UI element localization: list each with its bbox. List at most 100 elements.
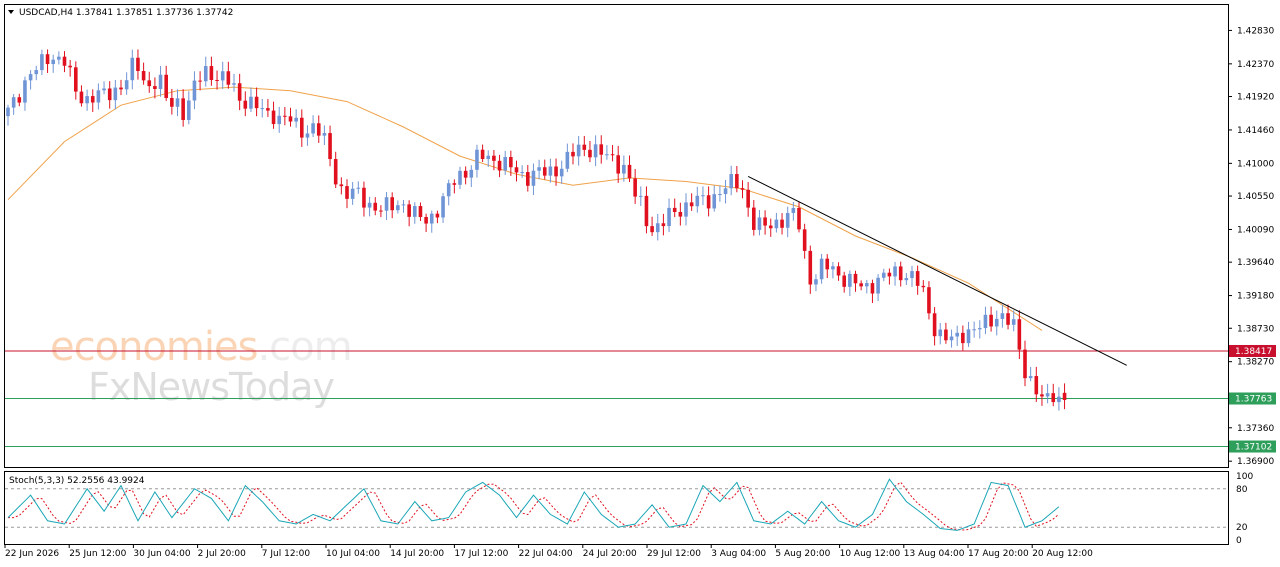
stochastic: 100 80 20 0 — [5, 472, 1253, 546]
y-tick-label-9: 1.38730 — [1237, 324, 1274, 334]
candle-body — [345, 186, 349, 199]
candle-body — [373, 202, 378, 211]
menu-arrow-icon[interactable] — [8, 10, 14, 14]
candle-body — [678, 212, 683, 217]
stoch-tick-label-0: 100 — [1236, 472, 1253, 482]
y-tick-label-3: 1.41460 — [1237, 126, 1274, 136]
candle-body — [791, 207, 796, 213]
trendline — [747, 175, 1127, 366]
candle-body — [509, 157, 513, 168]
candle-body — [1017, 319, 1022, 350]
candle-body — [763, 217, 767, 226]
header-open: 1.37841 — [76, 8, 113, 18]
candle-body — [548, 166, 553, 176]
candle-body — [989, 314, 993, 327]
chart-header: USDCAD,H4 1.37841 1.37851 1.37736 1.3774… — [19, 8, 233, 18]
candle-body — [684, 202, 688, 217]
candle-body — [706, 195, 711, 209]
trendline-group — [747, 175, 1127, 366]
candle-body — [605, 154, 609, 156]
candle-body — [322, 133, 327, 136]
candle-body — [588, 149, 592, 158]
candle-body — [898, 266, 903, 281]
candle-body — [62, 56, 67, 66]
watermark-fxnewstoday: FxNewsToday — [88, 365, 334, 409]
candle-body — [746, 189, 750, 208]
candle-body — [836, 266, 841, 276]
candle-body — [526, 172, 530, 186]
candle-body — [1040, 394, 1044, 397]
candle-body — [362, 187, 366, 208]
candle-body — [559, 168, 564, 177]
candle-body — [972, 329, 976, 331]
candle-body — [593, 144, 598, 158]
y-tick-label-10: 1.38270 — [1237, 358, 1274, 368]
candle-body — [881, 272, 886, 278]
header-symbol: USDCAD,H4 — [19, 8, 73, 18]
candle-body — [712, 194, 717, 209]
watermark-logo: economies.com FxNewsToday — [50, 324, 353, 409]
candle-body — [40, 54, 44, 71]
candle-body — [102, 88, 106, 91]
level-tag-label-2: 1.37102 — [1235, 443, 1272, 453]
candle-body — [181, 98, 185, 120]
candle-body — [768, 225, 773, 229]
candle-body — [294, 117, 298, 122]
candle-body — [870, 283, 875, 294]
candle-body — [514, 167, 519, 173]
candle-body — [458, 170, 462, 185]
candle-body — [582, 144, 587, 150]
candle-body — [497, 160, 502, 171]
watermark-com: .com — [257, 324, 351, 370]
candle-body — [79, 91, 84, 104]
candle-body — [226, 71, 231, 85]
stoch-main-line — [7, 478, 1060, 531]
candle-body — [237, 83, 242, 101]
stoch-signal-line — [8, 481, 1060, 531]
candle-body — [865, 283, 869, 287]
candle-body — [486, 155, 491, 160]
candle-body — [1057, 396, 1061, 403]
candle-body — [136, 57, 140, 71]
candle-body — [469, 169, 474, 178]
candle-body — [475, 149, 479, 170]
candle-body — [90, 96, 95, 103]
candle-body — [379, 210, 383, 212]
candle-body — [752, 207, 756, 230]
candle-body — [311, 123, 315, 134]
candle-body — [842, 275, 846, 287]
candle-body — [441, 196, 445, 218]
header-close: 1.37742 — [196, 8, 233, 18]
x-tick-label-12: 5 Aug 20:00 — [775, 549, 830, 559]
candle-body — [780, 219, 784, 228]
candle-body — [232, 83, 236, 85]
candle-body — [198, 80, 202, 82]
y-tick-label-1: 1.42370 — [1237, 60, 1274, 70]
candle-body — [333, 159, 338, 185]
candle-body — [949, 336, 954, 341]
candle-body — [215, 79, 219, 81]
candle-body — [904, 278, 909, 281]
candle-body — [187, 100, 191, 120]
candle-body — [220, 71, 225, 81]
x-tick-label-10: 29 Jul 12:00 — [647, 549, 701, 559]
candle-body — [644, 195, 649, 227]
candle-body — [599, 144, 604, 155]
candle-body — [254, 96, 259, 109]
level-tag-label-0: 1.38417 — [1235, 347, 1272, 357]
candle-body — [164, 74, 168, 99]
candle-body — [1034, 376, 1039, 395]
candle-body — [96, 90, 101, 103]
x-tick-label-15: 17 Aug 20:00 — [968, 549, 1029, 559]
candle-body — [797, 207, 801, 230]
candle-body — [655, 223, 660, 233]
candle-body — [34, 70, 39, 75]
candle-body — [1045, 393, 1050, 397]
candle-body — [825, 258, 830, 270]
candle-body — [802, 229, 807, 251]
candle-body — [28, 74, 33, 81]
candle-body — [401, 204, 406, 206]
x-tick-label-1: 25 Jun 12:00 — [69, 549, 126, 559]
candle-body — [667, 207, 671, 227]
candle-body — [158, 74, 163, 89]
